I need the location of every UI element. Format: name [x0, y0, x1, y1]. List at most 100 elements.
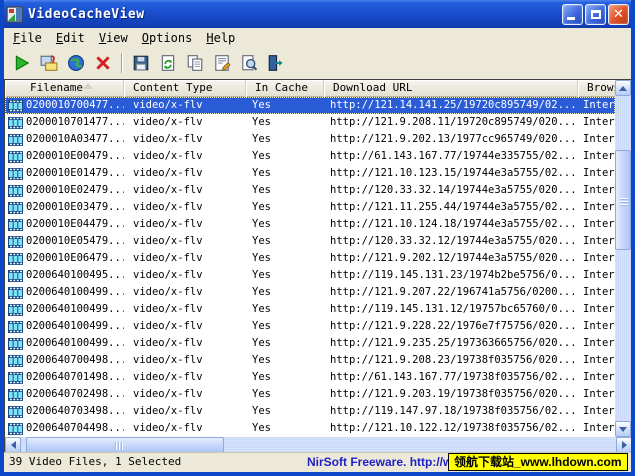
minimize-button[interactable] [562, 4, 583, 25]
status-bar: 39 Video Files, 1 Selected NirSoft Freew… [4, 452, 631, 471]
toolbar-button-find[interactable] [237, 51, 261, 75]
table-row[interactable]: 0200010E01479...video/x-flvYeshttp://121… [5, 165, 615, 182]
table-row[interactable]: 0200010701477...video/x-flvYeshttp://121… [5, 114, 615, 131]
toolbar-button-copy-to-folder[interactable] [37, 51, 61, 75]
table-row[interactable]: 0200640100499...video/x-flvYeshttp://121… [5, 335, 615, 352]
table-row[interactable]: 0200640703498...video/x-flvYeshttp://119… [5, 403, 615, 420]
column-header-in-cache[interactable]: In Cache [246, 80, 324, 97]
cell-browser: Intern [578, 233, 615, 250]
scroll-up-button[interactable] [615, 80, 631, 96]
table-row[interactable]: 0200010E02479...video/x-flvYeshttp://120… [5, 182, 615, 199]
menu-item-file[interactable]: File [6, 30, 49, 46]
toolbar [4, 47, 631, 79]
cell-browser: Intern [578, 114, 615, 131]
filename-text: 0200010701477... [26, 114, 124, 131]
cell-filename: 0200640704498... [5, 420, 124, 437]
vertical-scrollbar[interactable] [615, 80, 631, 437]
app-icon [6, 6, 23, 23]
scroll-down-button[interactable] [615, 421, 631, 437]
scroll-right-button[interactable] [616, 437, 632, 453]
table-row[interactable]: 0200640100499...video/x-flvYeshttp://121… [5, 318, 615, 335]
cell-download-url: http://120.33.32.14/19744e3a5755/020... [324, 182, 578, 199]
toolbar-button-delete[interactable] [91, 51, 115, 75]
table-row[interactable]: 0200640700498...video/x-flvYeshttp://121… [5, 352, 615, 369]
column-header-download-url[interactable]: Download URL [324, 80, 578, 97]
video-file-icon [8, 219, 23, 231]
toolbar-button-exit[interactable] [264, 51, 288, 75]
play-icon [13, 54, 31, 72]
refresh-icon [159, 54, 177, 72]
table-row[interactable]: 0200010E03479...video/x-flvYeshttp://121… [5, 199, 615, 216]
find-icon [240, 54, 258, 72]
table-row[interactable]: 0200010A03477...video/x-flvYeshttp://121… [5, 131, 615, 148]
cell-filename: 0200010E03479... [5, 199, 124, 216]
table-row[interactable]: 0200010E05479...video/x-flvYeshttp://120… [5, 233, 615, 250]
close-button[interactable]: ✕ [608, 4, 629, 25]
toolbar-button-play[interactable] [10, 51, 34, 75]
cell-browser: Intern [578, 148, 615, 165]
cell-in-cache: Yes [246, 369, 324, 386]
menu-item-view[interactable]: View [92, 30, 135, 46]
table-row[interactable]: 0200010E06479...video/x-flvYeshttp://121… [5, 250, 615, 267]
table-row[interactable]: 0200640704498...video/x-flvYeshttp://121… [5, 420, 615, 437]
maximize-button[interactable] [585, 4, 606, 25]
cell-browser: Intern [578, 301, 615, 318]
cell-filename: 0200640701498... [5, 369, 124, 386]
cell-filename: 0200010700477... [5, 97, 124, 114]
arrow-up-icon [619, 82, 627, 91]
video-file-icon [8, 321, 23, 333]
video-file-icon [8, 304, 23, 316]
cell-filename: 0200640100499... [5, 301, 124, 318]
column-header-filename[interactable]: Filename [5, 80, 124, 97]
cell-filename: 0200010E01479... [5, 165, 124, 182]
horizontal-scroll-thumb[interactable] [26, 437, 224, 453]
filename-text: 0200010E01479... [26, 165, 124, 182]
toolbar-button-open-in-browser[interactable] [64, 51, 88, 75]
status-text: 39 Video Files, 1 Selected [4, 455, 181, 468]
filename-text: 0200640701498... [26, 369, 124, 386]
video-file-icon [8, 236, 23, 248]
table-row[interactable]: 0200640702498...video/x-flvYeshttp://121… [5, 386, 615, 403]
menu-item-edit[interactable]: Edit [49, 30, 92, 46]
cell-in-cache: Yes [246, 250, 324, 267]
title-bar[interactable]: VideoCacheView ✕ [0, 0, 635, 28]
table-row[interactable]: 0200010E04479...video/x-flvYeshttp://121… [5, 216, 615, 233]
column-label: Filename [5, 81, 83, 94]
vertical-scroll-thumb[interactable] [615, 150, 631, 250]
table-row[interactable]: 0200640100495...video/x-flvYeshttp://119… [5, 267, 615, 284]
cell-content-type: video/x-flv [124, 199, 246, 216]
video-file-icon [8, 389, 23, 401]
table-row[interactable]: 0200640100499...video/x-flvYeshttp://121… [5, 284, 615, 301]
cell-filename: 0200010E06479... [5, 250, 124, 267]
column-label: In Cache [246, 81, 308, 94]
scroll-left-button[interactable] [5, 437, 21, 453]
cell-filename: 0200640703498... [5, 403, 124, 420]
cell-in-cache: Yes [246, 216, 324, 233]
menu-item-help[interactable]: Help [199, 30, 242, 46]
cell-content-type: video/x-flv [124, 131, 246, 148]
horizontal-scrollbar[interactable] [5, 437, 632, 453]
cell-download-url: http://121.11.255.44/19744e3a5755/02... [324, 199, 578, 216]
table-row[interactable]: 0200640100499...video/x-flvYeshttp://119… [5, 301, 615, 318]
table-row[interactable]: 0200010E00479...video/x-flvYeshttp://61.… [5, 148, 615, 165]
cell-browser: Intern [578, 267, 615, 284]
video-file-icon [8, 372, 23, 384]
delete-icon [94, 54, 112, 72]
watermark-badge[interactable]: 领航下载站_www.lhdown.com [448, 453, 628, 471]
arrow-down-icon [619, 427, 627, 436]
save-icon [132, 54, 150, 72]
cell-download-url: http://121.9.228.22/1976e7f75756/020... [324, 318, 578, 335]
menu-item-options[interactable]: Options [135, 30, 200, 46]
nirsoft-freeware-link[interactable]: NirSoft Freeware. http://w [307, 453, 452, 471]
toolbar-button-save[interactable] [129, 51, 153, 75]
table-row[interactable]: 0200010700477...video/x-flvYeshttp://121… [5, 97, 615, 114]
toolbar-button-copy[interactable] [183, 51, 207, 75]
cell-browser: Intern [578, 97, 615, 114]
cell-filename: 0200640100495... [5, 267, 124, 284]
toolbar-button-properties[interactable] [210, 51, 234, 75]
cell-filename: 0200010E05479... [5, 233, 124, 250]
toolbar-button-refresh[interactable] [156, 51, 180, 75]
column-header-browse[interactable]: Browse [578, 80, 615, 97]
table-row[interactable]: 0200640701498...video/x-flvYeshttp://61.… [5, 369, 615, 386]
column-header-content-type[interactable]: Content Type [124, 80, 246, 97]
